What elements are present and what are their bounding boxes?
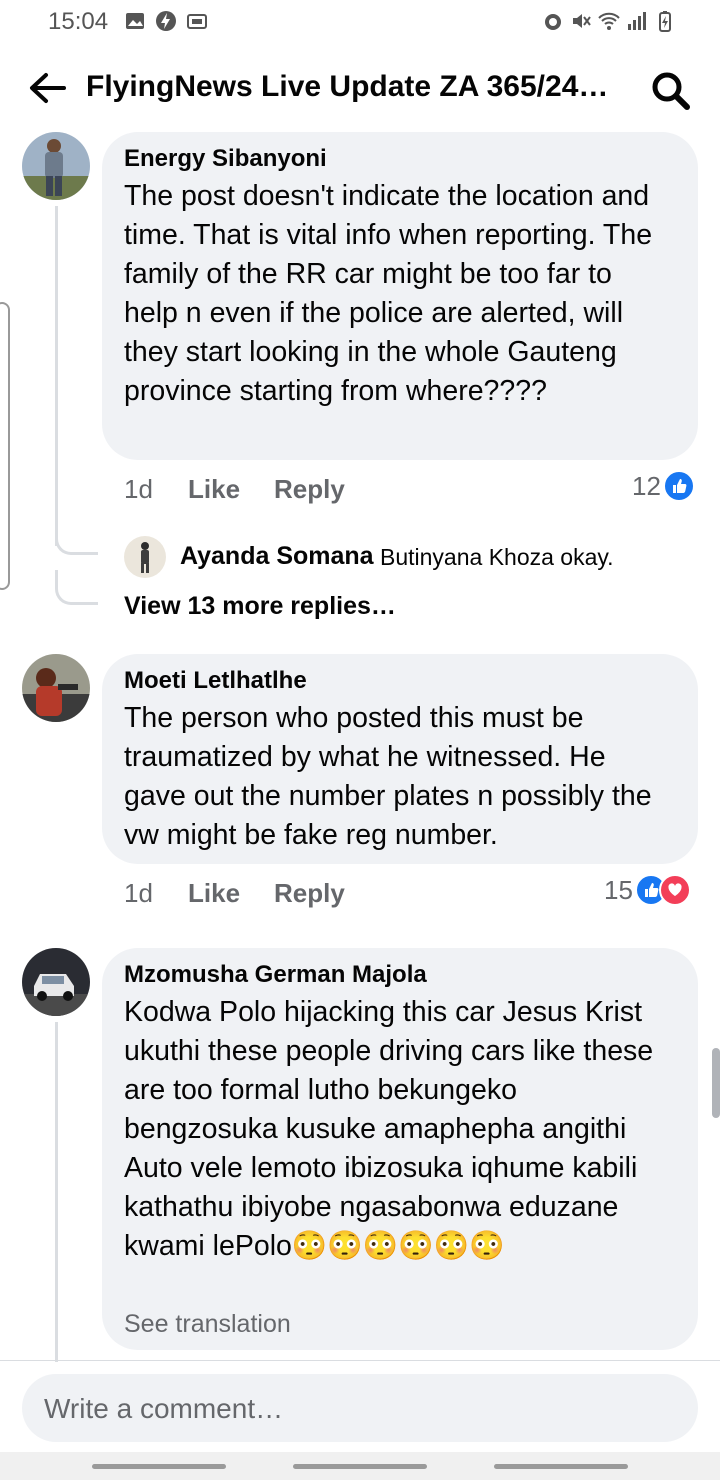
comment-bubble[interactable]: Energy Sibanyoni The post doesn't indica… [102,132,698,460]
system-nav-bar [0,1452,720,1480]
thread-line [55,1022,58,1362]
scrollbar[interactable] [712,1048,720,1118]
comment-text: The post doesn't indicate the location a… [124,180,653,407]
reply-text: Butinyana Khoza okay. [380,544,614,570]
love-reaction-icon [658,874,691,906]
like-button[interactable]: Like [188,474,240,505]
gallery-icon [126,13,144,29]
comment-time: 1d [124,474,153,504]
avatar[interactable] [22,132,90,200]
reaction-summary[interactable]: 15 [604,874,691,906]
comment-composer[interactable] [22,1374,698,1442]
signal-icon [628,12,646,30]
reaction-count: 12 [632,470,661,501]
wifi-icon [598,12,620,30]
edge-panel-handle[interactable] [0,302,10,590]
comment-bubble[interactable]: Mzomusha German Majola Kodwa Polo hijack… [102,948,698,1350]
comment-actions: 1d Like Reply [124,878,424,910]
avatar[interactable] [22,948,90,1016]
like-reaction-icon [662,470,695,502]
reaction-count: 15 [604,874,633,905]
thread-line [55,206,58,546]
back-button[interactable] [494,1464,628,1469]
composer-divider [0,1360,720,1361]
comment-text: Kodwa Polo hijacking this car Jesus Kris… [124,996,654,1262]
view-more-replies-link[interactable]: View 13 more replies… [124,592,396,621]
alarm-icon [545,14,561,30]
comment-bubble[interactable]: Moeti Letlhatlhe The person who posted t… [102,654,698,864]
comment-author[interactable]: Energy Sibanyoni [124,145,327,173]
reply-author[interactable]: Ayanda Somana [180,542,374,571]
comment-input[interactable] [42,1386,666,1432]
reply-button[interactable]: Reply [274,878,345,909]
comment-text: The person who posted this must be traum… [124,702,652,851]
avatar[interactable] [22,654,90,722]
reaction-summary[interactable]: 12 [632,470,695,502]
thread-branch [55,570,98,605]
battery-charging-icon [659,11,671,32]
mute-icon [573,14,591,28]
recents-button[interactable] [92,1464,226,1469]
comment-author[interactable]: Mzomusha German Majola [124,961,427,989]
app-header: FlyingNews Live Update ZA 365/24… [0,52,720,126]
messenger-bolt-icon [156,11,176,31]
status-time: 15:04 [48,8,109,35]
avatar[interactable] [124,536,166,578]
cast-icon [187,14,207,29]
thread-branch [55,520,98,555]
home-button[interactable] [293,1464,427,1469]
comment-author[interactable]: Moeti Letlhatlhe [124,667,307,695]
like-button[interactable]: Like [188,878,240,909]
comment-time: 1d [124,878,153,908]
see-translation-link[interactable]: See translation [124,1310,291,1339]
search-icon[interactable] [648,68,694,114]
page-title: FlyingNews Live Update ZA 365/24… [86,70,609,103]
reply-button[interactable]: Reply [274,474,345,505]
comment-actions: 1d Like Reply [124,474,424,506]
status-bar: 15:04 [0,0,720,44]
arrow-left-icon[interactable] [26,68,70,108]
